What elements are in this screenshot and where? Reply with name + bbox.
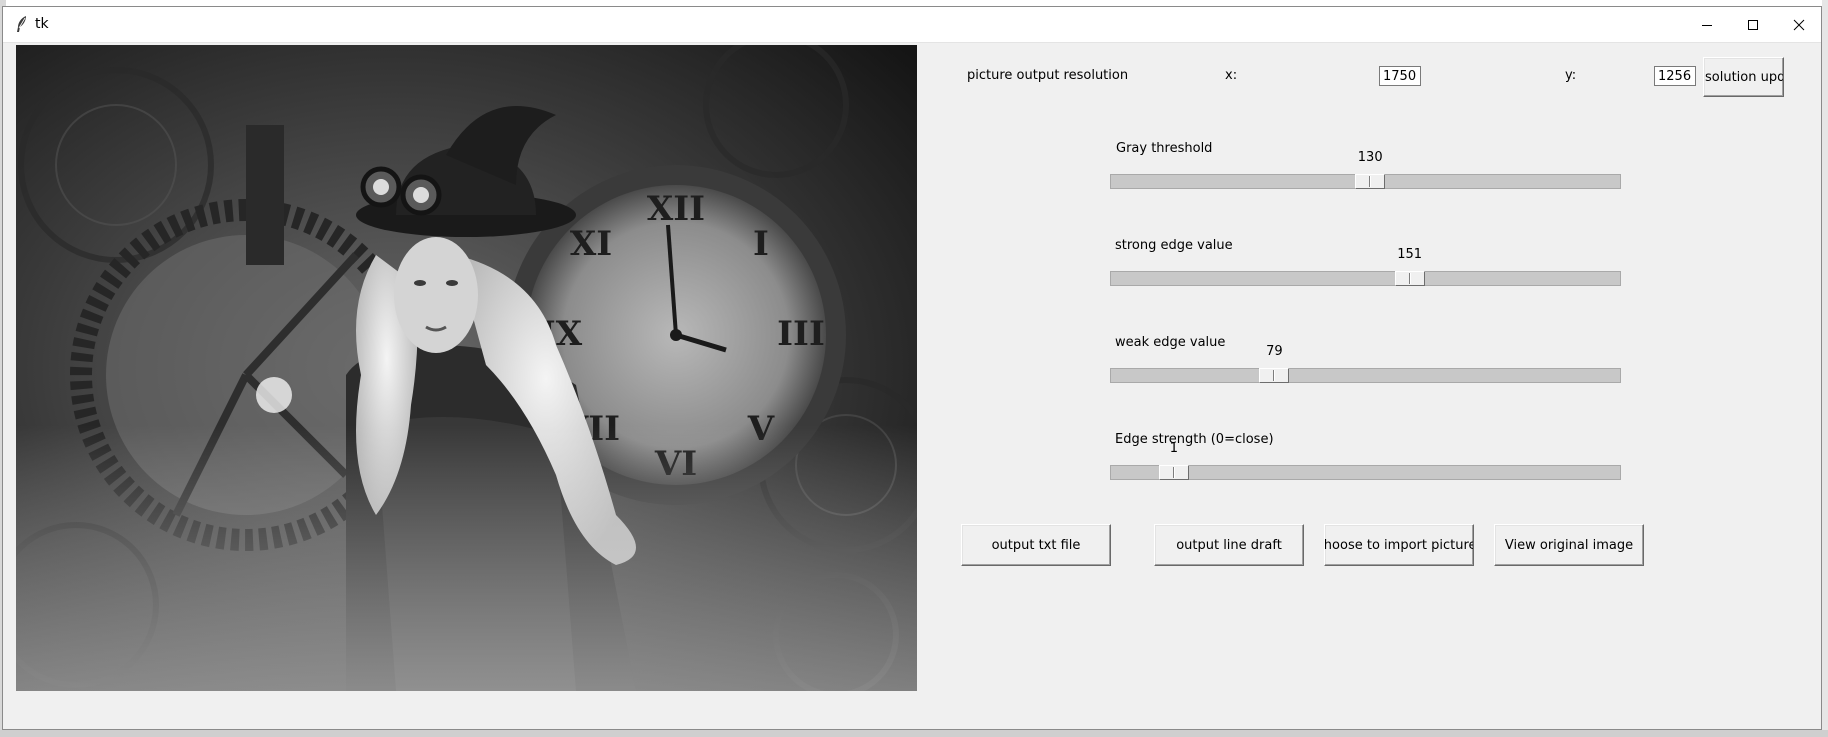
strong-edge-value: 151 — [1397, 247, 1423, 262]
edge-strength-label: Edge strength (0=close) — [1115, 432, 1274, 447]
minimize-icon — [1702, 24, 1712, 26]
maximize-button[interactable] — [1730, 7, 1776, 42]
image-preview: XII I III V VI VII IX XI — [16, 45, 917, 691]
edge-strength-slider-handle[interactable] — [1158, 465, 1189, 480]
svg-text:III: III — [777, 314, 825, 354]
app-window: tk XII I III IX XI picture output resolu… — [2, 6, 1822, 730]
weak-edge-label: weak edge value — [1115, 335, 1226, 350]
weak-edge-slider-handle[interactable] — [1259, 368, 1290, 383]
import-pictures-button[interactable]: Choose to import pictures — [1324, 524, 1474, 566]
resolution-x-label: x: — [1225, 68, 1238, 83]
desktop-edge-right — [1822, 0, 1828, 737]
tk-feather-icon — [17, 16, 26, 32]
gray-threshold-label: Gray threshold — [1116, 141, 1213, 156]
resolution-label: picture output resolution — [967, 68, 1129, 83]
svg-text:I: I — [753, 224, 769, 264]
desktop-edge-bottom — [0, 730, 1828, 737]
edge-strength-value: 1 — [1169, 441, 1179, 456]
title-bar[interactable]: tk — [3, 7, 1821, 43]
resolution-update-button[interactable]: solution upda — [1703, 57, 1784, 97]
resolution-y-label: y: — [1565, 68, 1577, 83]
resolution-x-input[interactable] — [1379, 66, 1421, 86]
window-title: tk — [35, 16, 49, 32]
output-txt-button[interactable]: output txt file — [961, 524, 1111, 566]
output-line-draft-button[interactable]: output line draft — [1154, 524, 1304, 566]
gray-threshold-slider-handle[interactable] — [1355, 174, 1386, 189]
strong-edge-slider-handle[interactable] — [1394, 271, 1425, 286]
svg-text:XII: XII — [647, 189, 705, 229]
edge-strength-slider[interactable]: 1 — [1110, 441, 1621, 480]
close-button[interactable] — [1776, 7, 1822, 42]
svg-text:XI: XI — [570, 224, 612, 264]
grayscale-photo: XII I III V VI VII IX XI — [16, 45, 917, 691]
maximize-icon — [1748, 19, 1758, 30]
gray-threshold-value: 130 — [1357, 150, 1383, 165]
close-icon — [1793, 19, 1805, 30]
resolution-y-input[interactable] — [1654, 66, 1696, 86]
view-original-button[interactable]: View original image — [1494, 524, 1644, 566]
weak-edge-slider[interactable]: 79 — [1110, 344, 1621, 383]
weak-edge-value: 79 — [1266, 344, 1283, 359]
gray-threshold-slider[interactable]: 130 — [1110, 150, 1621, 189]
minimize-button[interactable] — [1684, 7, 1730, 42]
strong-edge-label: strong edge value — [1115, 238, 1233, 253]
strong-edge-slider[interactable]: 151 — [1110, 247, 1621, 286]
